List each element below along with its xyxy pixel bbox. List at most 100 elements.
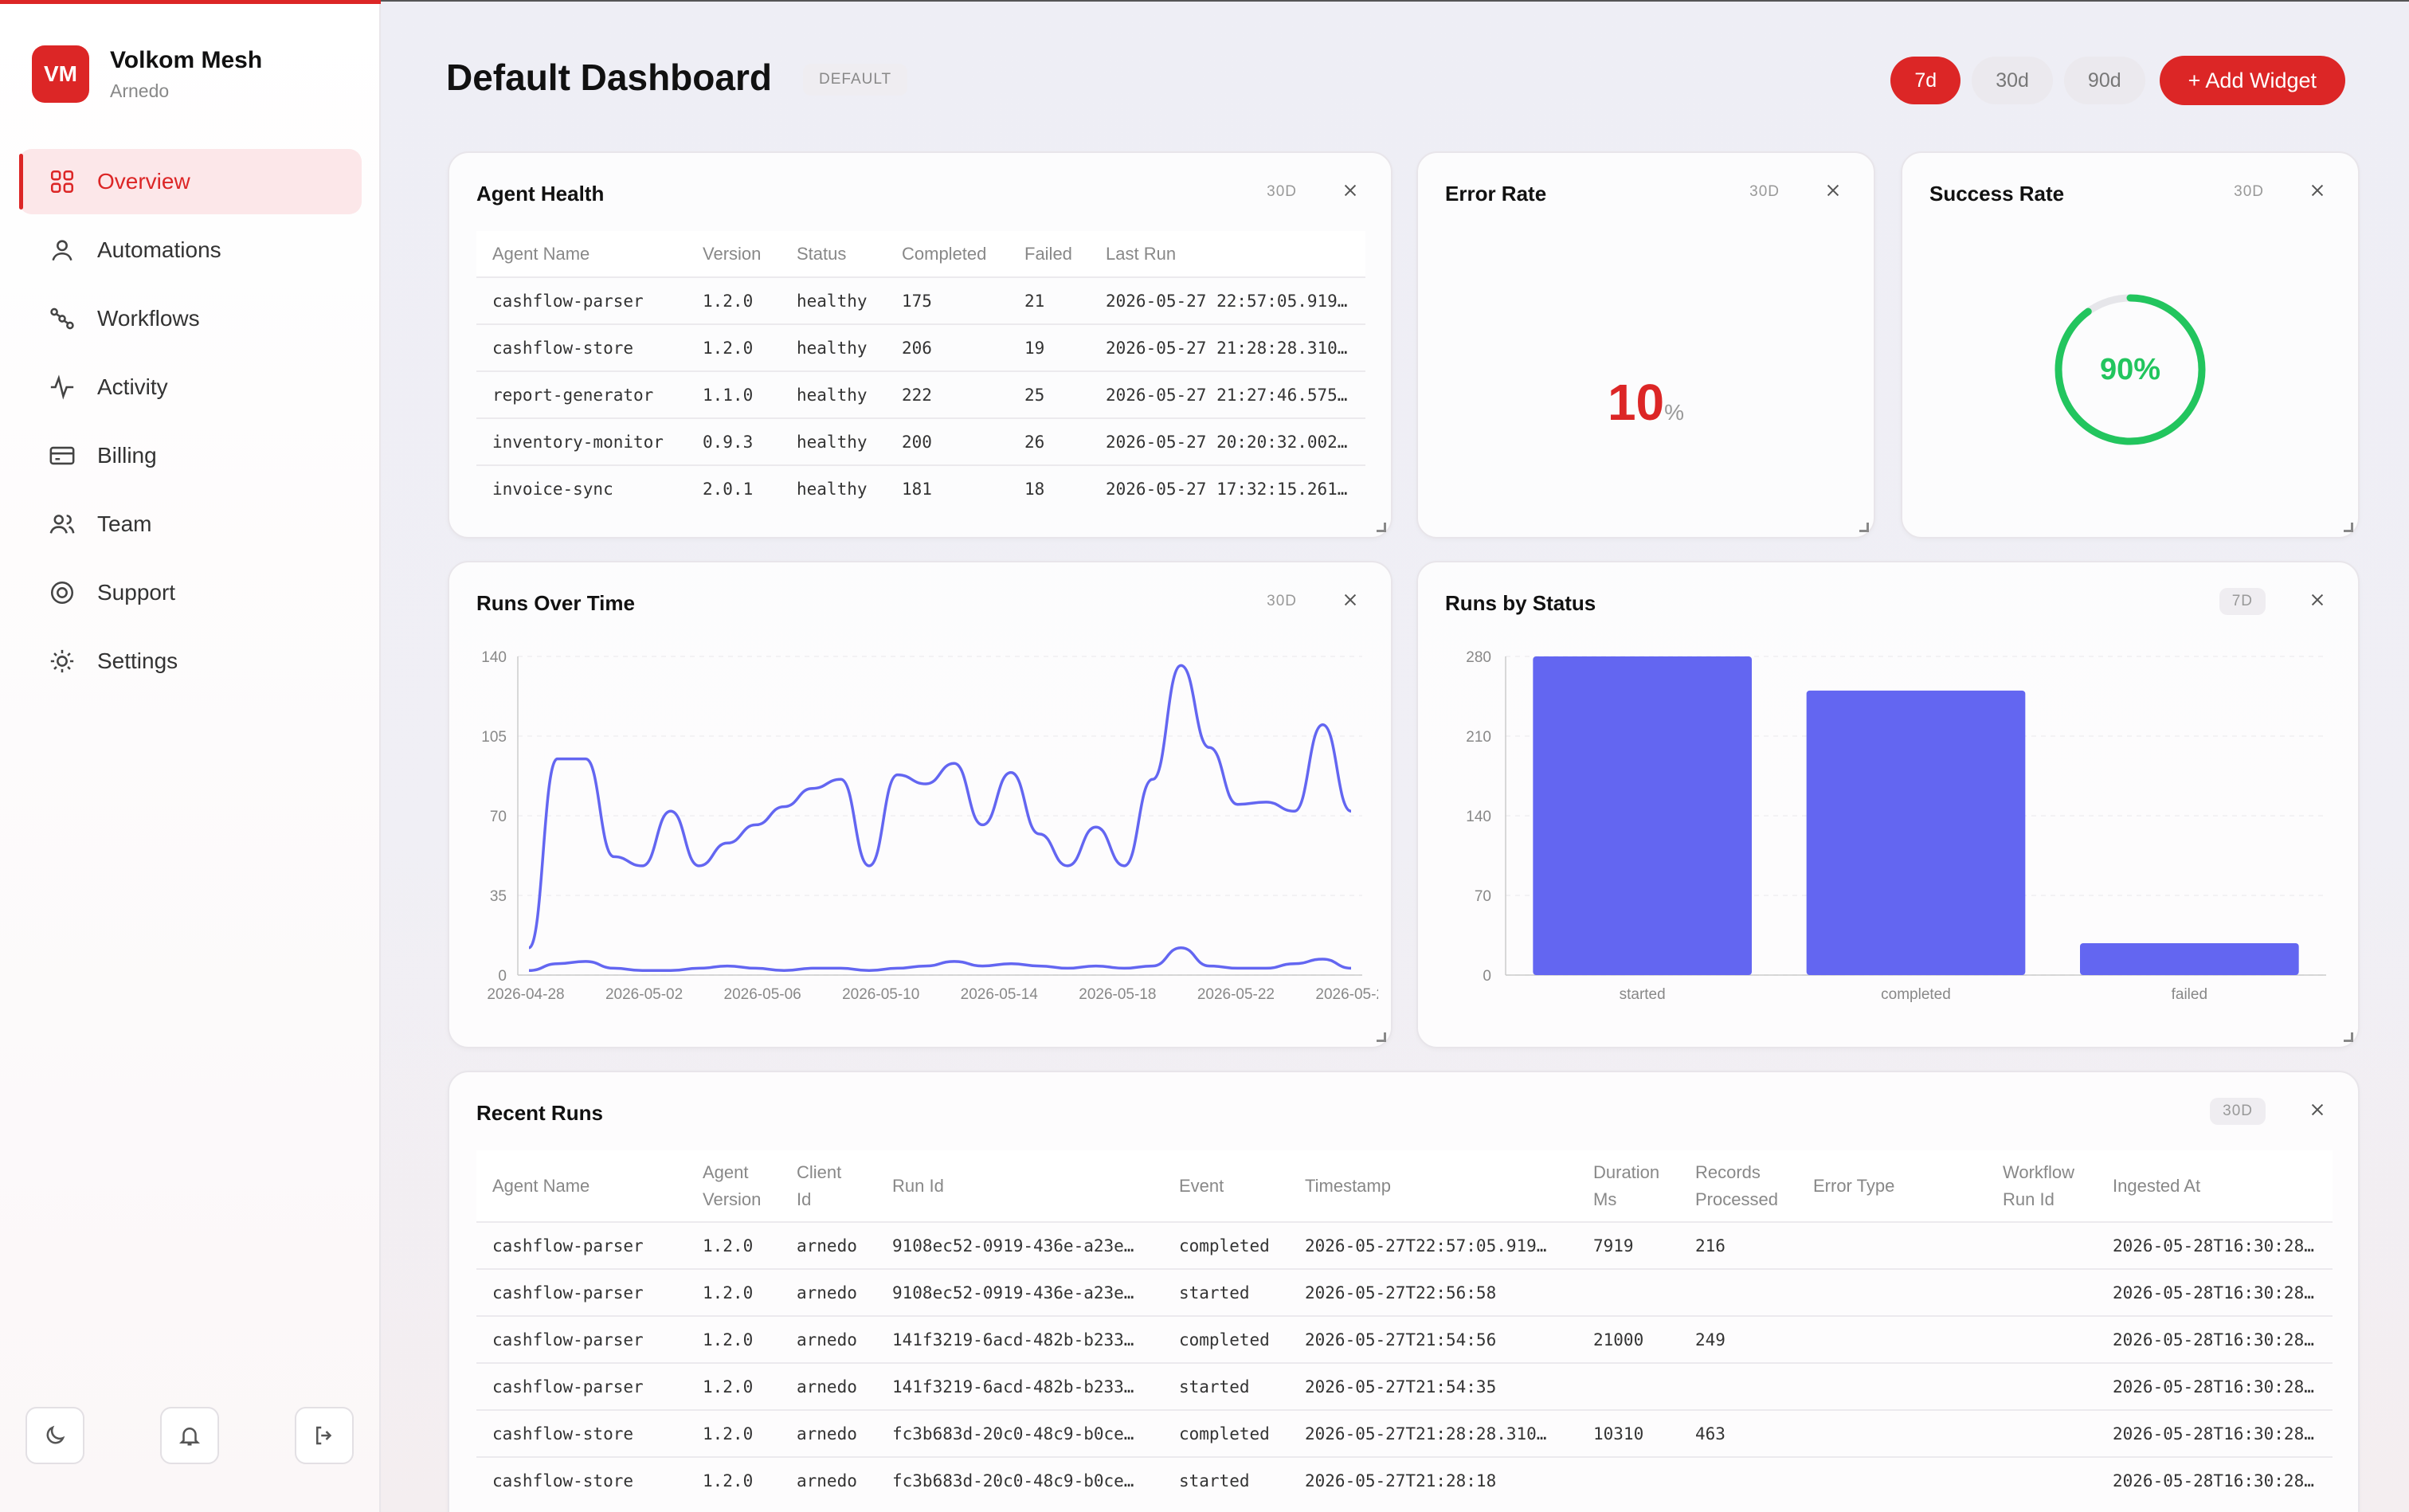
sidebar-item-settings[interactable]: Settings xyxy=(19,629,362,694)
table-cell: healthy xyxy=(797,385,868,405)
column-header[interactable]: Agent Name xyxy=(476,231,687,277)
recent-runs-widget: Recent Runs 30D Agent Name Agent Version C… xyxy=(448,1071,2360,1512)
series-line-1[interactable] xyxy=(528,946,1352,973)
resize-handle[interactable] xyxy=(1377,523,1386,532)
logout-icon xyxy=(316,1426,332,1445)
table-row[interactable]: cashflow-store 1.2.0 arnedo fc3b683d-20c0-4… xyxy=(476,1457,2333,1504)
column-header[interactable]: Ingested At xyxy=(2097,1150,2333,1222)
table-row[interactable]: report-generator 1.1.0 healthy 222 25 2026-05… xyxy=(476,371,1365,418)
bar-failed[interactable] xyxy=(2080,943,2299,975)
x-tick-label: 2026-04-28 xyxy=(487,986,564,1003)
grid-icon xyxy=(50,170,74,194)
table-row[interactable]: cashflow-store 1.2.0 arnedo fc3b683d-20c0-4… xyxy=(476,1410,2333,1457)
sidebar-item-activity[interactable]: Activity xyxy=(19,354,362,420)
table-cell: arnedo xyxy=(797,1330,857,1349)
table-cell xyxy=(1797,1316,1987,1363)
bar-completed[interactable] xyxy=(1806,690,2026,975)
column-header[interactable]: Status xyxy=(781,231,886,277)
table-cell: arnedo xyxy=(797,1283,857,1302)
column-header[interactable]: Timestamp xyxy=(1289,1150,1577,1222)
widget-title: Runs by Status xyxy=(1445,591,1596,615)
sidebar-item-automations[interactable]: Automations xyxy=(19,217,362,283)
y-tick-label: 140 xyxy=(481,649,507,666)
resize-handle[interactable] xyxy=(1377,1032,1386,1042)
table-cell: 2026-05-28T16:30:28.7 xyxy=(2113,1471,2325,1490)
sidebar-item-workflows[interactable]: Workflows xyxy=(19,286,362,351)
close-widget-button[interactable] xyxy=(2304,1096,2331,1123)
credit-card-icon xyxy=(49,446,75,465)
column-header[interactable]: Agent Name xyxy=(476,1150,687,1222)
close-icon xyxy=(1344,593,1357,606)
table-cell: cashflow-parser xyxy=(492,1283,644,1302)
column-header[interactable]: Last Run xyxy=(1090,231,1365,277)
column-header[interactable]: Records Processed xyxy=(1679,1150,1797,1222)
table-cell: started xyxy=(1179,1283,1250,1302)
sidebar-item-overview[interactable]: Overview xyxy=(19,149,362,214)
table-cell: 2026-05-27 21:28:28.310… xyxy=(1106,338,1348,358)
close-widget-button[interactable] xyxy=(1337,177,1364,204)
column-header[interactable]: Event xyxy=(1163,1150,1289,1222)
table-row[interactable]: cashflow-parser 1.2.0 healthy 175 21 2026-05-… xyxy=(476,277,1365,324)
table-cell: 2.0.1 xyxy=(703,480,754,499)
sidebar-item-team[interactable]: Team xyxy=(19,492,362,557)
x-tick-label: started xyxy=(1620,986,1666,1003)
bar-started[interactable] xyxy=(1533,656,1752,975)
table-row[interactable]: cashflow-parser 1.2.0 arnedo 9108ec52-0919-… xyxy=(476,1269,2333,1316)
table-cell: 2026-05-27T22:56:58 xyxy=(1305,1283,1497,1302)
table-row[interactable]: cashflow-parser 1.2.0 arnedo 141f3219-6acd-… xyxy=(476,1316,2333,1363)
table-cell: 2026-05-28T16:30:28.7 xyxy=(2113,1424,2325,1443)
table-cell: 1.2.0 xyxy=(703,1424,754,1443)
range-7d-button[interactable]: 7d xyxy=(1890,57,1961,104)
table-row[interactable]: cashflow-store 1.2.0 healthy 206 19 2026-05-2… xyxy=(476,324,1365,371)
column-header[interactable]: Version xyxy=(687,231,781,277)
close-widget-button[interactable] xyxy=(2304,586,2331,613)
table-cell xyxy=(1797,1269,1987,1316)
add-widget-button[interactable]: + Add Widget xyxy=(2159,56,2345,105)
resize-handle[interactable] xyxy=(2344,1032,2353,1042)
table-cell: 2026-05-28T16:30:28.7 xyxy=(2113,1377,2325,1396)
close-widget-button[interactable] xyxy=(1819,177,1847,204)
sidebar-item-billing[interactable]: Billing xyxy=(19,423,362,488)
user-icon xyxy=(52,240,72,261)
column-header[interactable]: Workflow Run Id xyxy=(1987,1150,2097,1222)
table-row[interactable]: cashflow-parser 1.2.0 arnedo 9108ec52-0919-… xyxy=(476,1222,2333,1269)
notifications-button[interactable] xyxy=(160,1407,219,1464)
table-cell: 2026-05-27T21:28:28.310… xyxy=(1305,1424,1547,1443)
credit-card-icon-wrap xyxy=(46,440,78,472)
table-cell xyxy=(1797,1457,1987,1504)
table-cell: started xyxy=(1179,1471,1250,1490)
widget-range-badge: 30D xyxy=(2210,1098,2266,1125)
sidebar-item-support[interactable]: Support xyxy=(19,560,362,625)
table-row[interactable]: cashflow-parser 1.2.0 arnedo 141f3219-6acd-… xyxy=(476,1363,2333,1410)
table-cell: healthy xyxy=(797,480,868,499)
table-cell: 2026-05-27 21:27:46.575… xyxy=(1106,385,1348,405)
table-cell: 25 xyxy=(1024,385,1045,405)
brand[interactable]: VM Volkom Mesh Arnedo xyxy=(32,45,262,103)
theme-toggle-button[interactable] xyxy=(25,1407,84,1464)
logout-button[interactable] xyxy=(295,1407,354,1464)
table-row[interactable]: invoice-sync 2.0.1 healthy 181 18 2026-05-27 … xyxy=(476,465,1365,512)
table-cell xyxy=(1987,1363,2097,1410)
column-header[interactable]: Error Type xyxy=(1797,1150,1987,1222)
resize-handle[interactable] xyxy=(1859,523,1869,532)
series-line-0[interactable] xyxy=(527,664,1352,950)
column-header[interactable]: Agent Version xyxy=(687,1150,781,1222)
table-cell: 249 xyxy=(1695,1330,1725,1349)
table-row[interactable]: inventory-monitor 0.9.3 healthy 200 26 2026-0… xyxy=(476,418,1365,465)
column-header[interactable]: Client Id xyxy=(781,1150,876,1222)
range-90d-button[interactable]: 90d xyxy=(2063,57,2145,104)
column-header[interactable]: Run Id xyxy=(876,1150,1163,1222)
table-cell: 9108ec52-0919-436e-a23e… xyxy=(892,1236,1134,1255)
x-tick-label: 2026-05-14 xyxy=(961,986,1039,1003)
column-header[interactable]: Failed xyxy=(1009,231,1090,277)
resize-handle[interactable] xyxy=(2344,523,2353,532)
table-cell: 222 xyxy=(902,385,932,405)
close-widget-button[interactable] xyxy=(2304,177,2331,204)
close-widget-button[interactable] xyxy=(1337,586,1364,613)
table-cell: cashflow-store xyxy=(492,1424,634,1443)
range-30d-button[interactable]: 30d xyxy=(1972,57,2053,104)
column-header[interactable]: Duration Ms xyxy=(1577,1150,1679,1222)
table-cell: invoice-sync xyxy=(492,480,613,499)
column-header[interactable]: Completed xyxy=(886,231,1009,277)
x-tick-label: 2026-05-22 xyxy=(1197,986,1275,1003)
